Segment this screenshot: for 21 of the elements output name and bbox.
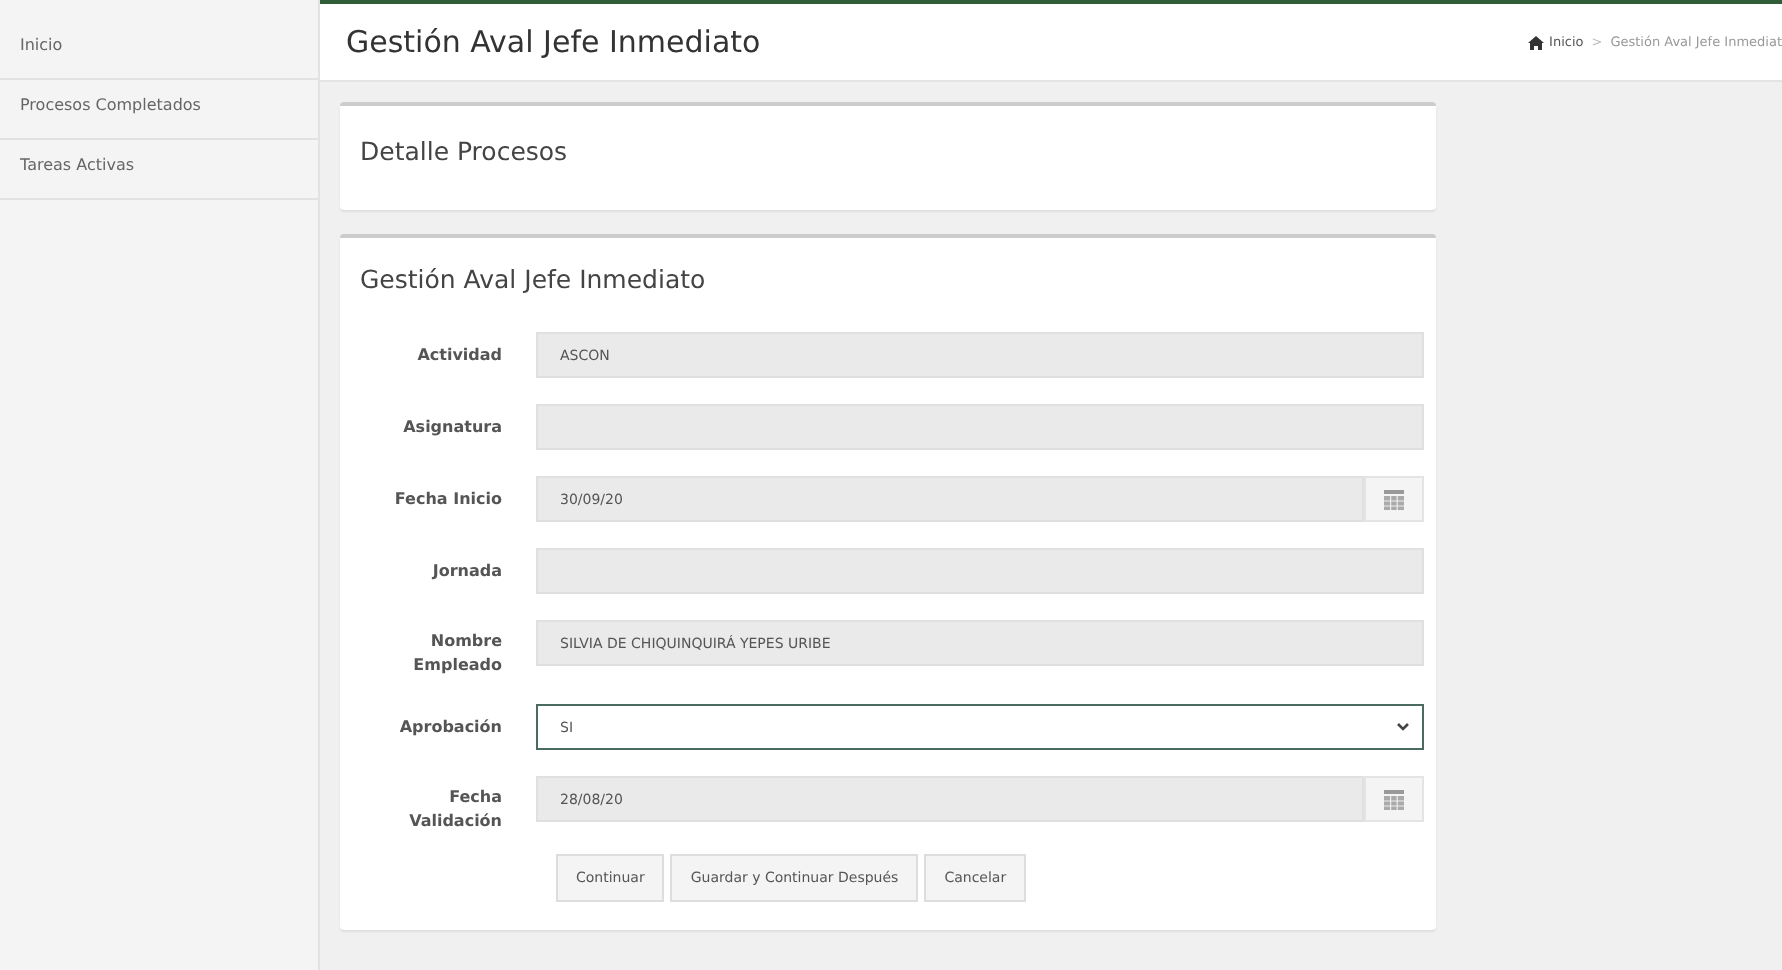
panel-title: Detalle Procesos xyxy=(360,136,568,166)
calendar-icon xyxy=(1384,789,1404,809)
field-label: Fecha Inicio xyxy=(392,487,504,511)
sidebar-item[interactable]: Tareas Activas xyxy=(0,140,318,200)
page-title: Gestión Aval Jefe Inmediato xyxy=(346,24,761,60)
panel-title: Gestión Aval Jefe Inmediato xyxy=(360,264,706,294)
field-label: Jornada xyxy=(429,559,504,584)
field-label: Actividad xyxy=(415,343,504,367)
home-icon xyxy=(1527,35,1544,49)
calendar-icon xyxy=(1384,489,1404,509)
calendar-button[interactable] xyxy=(1364,776,1424,822)
sidebar-item[interactable]: Procesos Completados xyxy=(0,80,318,140)
calendar-button[interactable] xyxy=(1364,476,1424,522)
sidebar-item[interactable]: Inicio xyxy=(0,20,318,80)
field-label: Asignatura xyxy=(401,415,504,440)
text-field[interactable] xyxy=(536,404,1424,450)
text-field[interactable] xyxy=(536,548,1424,594)
field-label: Aprobación xyxy=(397,715,504,740)
chevron-down-icon xyxy=(1396,722,1410,732)
field-label: Nombre Empleado xyxy=(411,630,504,678)
field-label: Fecha Validación xyxy=(407,786,504,834)
